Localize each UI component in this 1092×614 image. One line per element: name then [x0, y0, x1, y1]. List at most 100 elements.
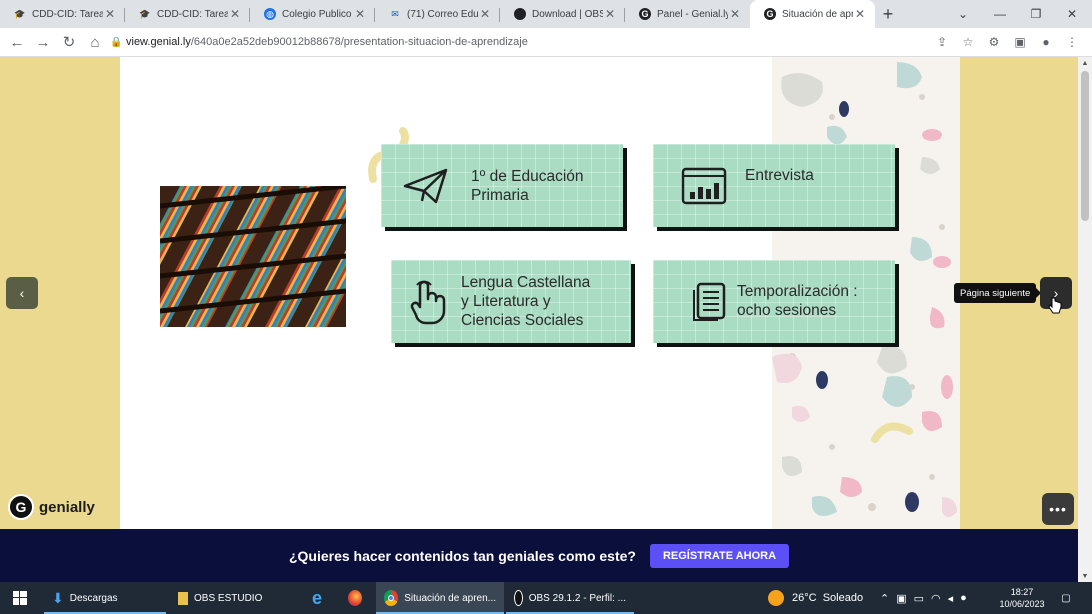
extensions-icon[interactable]: ⚙: [984, 31, 1004, 53]
start-button[interactable]: [4, 582, 36, 614]
bookshelf-image: [160, 186, 346, 327]
url-host: view.genial.ly: [126, 36, 191, 48]
close-tab-icon[interactable]: ✕: [603, 7, 617, 21]
close-tab-icon[interactable]: ✕: [478, 7, 492, 21]
bar-chart-icon: [677, 166, 731, 206]
tab-title: CDD-CID: Tarea p: [32, 8, 103, 20]
speaker-icon[interactable]: ◂: [948, 592, 954, 605]
banner-question: ¿Quieres hacer contenidos tan geniales c…: [288, 547, 636, 564]
genially-brand[interactable]: G genially: [8, 494, 95, 520]
browser-tab[interactable]: ◍ Colegio Publico V ✕: [250, 0, 375, 28]
tile-label: Lengua Castellana y Literatura y Ciencia…: [461, 274, 591, 329]
info-tile-subjects: Lengua Castellana y Literatura y Ciencia…: [391, 260, 631, 343]
tab-title: (71) Correo Educ: [407, 8, 478, 20]
share-icon[interactable]: ⇪: [932, 31, 952, 53]
taskbar-item-obs[interactable]: OBS 29.1.2 - Perfil: ...: [506, 582, 634, 614]
close-tab-icon[interactable]: ✕: [228, 7, 242, 21]
taskbar-label: OBS ESTUDIO: [194, 592, 263, 604]
browser-tab[interactable]: G Panel - Genial.ly ✕: [625, 0, 750, 28]
windows-taskbar: ⬇ Descargas OBS ESTUDIO e Situación de a…: [0, 582, 1092, 614]
minimize-icon[interactable]: —: [988, 0, 1012, 28]
browser-tab[interactable]: 🎓 CDD-CID: Tarea p ✕: [125, 0, 250, 28]
genially-logo-icon: G: [8, 494, 34, 520]
register-button[interactable]: REGÍSTRATE AHORA: [649, 543, 790, 568]
tab-strip: 🎓 CDD-CID: Tarea p ✕ 🎓 CDD-CID: Tarea p …: [0, 0, 1092, 28]
forward-icon[interactable]: →: [30, 29, 56, 55]
system-tray: ⌃ ▣ ▭ ◠ ◂ ●: [880, 582, 967, 614]
bookmark-star-icon[interactable]: ☆: [958, 31, 978, 53]
back-icon[interactable]: ←: [4, 29, 30, 55]
microphone-icon[interactable]: ●: [960, 592, 967, 604]
tray-app-icon[interactable]: ▣: [896, 592, 906, 605]
url-path: /640a0e2a52deb90012b88678/presentation-s…: [190, 36, 528, 48]
chevron-up-icon[interactable]: ⌃: [880, 592, 889, 605]
clock-time: 18:27: [1010, 587, 1034, 597]
tile-label: Temporalización : ocho sesiones: [737, 282, 858, 319]
obs-icon: [514, 590, 523, 606]
close-tab-icon[interactable]: ✕: [103, 7, 117, 21]
profile-avatar-icon[interactable]: ●: [1036, 31, 1056, 53]
tab-search-icon[interactable]: ⌄: [952, 0, 974, 28]
taskbar-item-chrome[interactable]: Situación de apren...: [376, 582, 504, 614]
windows-logo-icon: [13, 591, 27, 605]
ellipsis-icon: •••: [1049, 501, 1067, 517]
browser-tab[interactable]: ✉ (71) Correo Educ ✕: [375, 0, 500, 28]
browser-tab[interactable]: Download | OBS ✕: [500, 0, 625, 28]
graduation-cap-icon: 🎓: [139, 8, 151, 19]
address-bar[interactable]: 🔒 view.genial.ly/640a0e2a52deb90012b8867…: [110, 31, 930, 53]
reload-icon[interactable]: ↻: [56, 29, 82, 55]
menu-kebab-icon[interactable]: ⋮: [1062, 31, 1082, 53]
taskbar-item-obs-folder[interactable]: OBS ESTUDIO: [170, 582, 294, 614]
taskbar-label: OBS 29.1.2 - Perfil: ...: [528, 592, 626, 604]
tab-title: Panel - Genial.ly: [657, 8, 728, 20]
close-window-icon[interactable]: ✕: [1060, 0, 1084, 28]
taskbar-label: Descargas: [69, 592, 118, 604]
download-folder-icon: ⬇: [52, 589, 64, 606]
obs-icon: [514, 8, 526, 20]
more-options-button[interactable]: •••: [1042, 493, 1074, 525]
battery-icon[interactable]: ▭: [914, 592, 924, 605]
sun-icon: [768, 590, 784, 606]
scroll-up-icon[interactable]: ▲: [1078, 57, 1092, 69]
browser-tab-active[interactable]: G Situación de apr ✕: [750, 0, 875, 28]
tab-title: Download | OBS: [532, 8, 603, 20]
scroll-thumb[interactable]: [1081, 71, 1089, 221]
close-tab-icon[interactable]: ✕: [353, 7, 367, 21]
new-tab-button[interactable]: +: [875, 0, 901, 28]
genially-viewer: 1º de Educación Primaria Entrevista Leng…: [0, 57, 1078, 529]
tab-title: Colegio Publico V: [282, 8, 353, 20]
clock[interactable]: 18:27 10/06/2023: [998, 582, 1046, 614]
genially-icon: G: [764, 8, 776, 20]
close-tab-icon[interactable]: ✕: [853, 7, 867, 21]
restore-icon[interactable]: ❐: [1024, 0, 1048, 28]
previous-page-button[interactable]: ‹: [6, 277, 38, 309]
globe-icon: ◍: [264, 8, 276, 20]
pointer-hand-icon: [401, 277, 455, 327]
folder-icon: [178, 591, 188, 605]
graduation-cap-icon: 🎓: [14, 8, 26, 19]
taskbar-label: Situación de apren...: [404, 592, 496, 604]
side-panel-icon[interactable]: ▣: [1010, 31, 1030, 53]
weather-widget[interactable]: 26°C Soleado: [768, 582, 863, 614]
firefox-icon[interactable]: [340, 582, 370, 614]
mail-icon: ✉: [391, 8, 399, 19]
chrome-icon: [384, 590, 399, 606]
browser-tab[interactable]: 🎓 CDD-CID: Tarea p ✕: [0, 0, 125, 28]
wifi-icon[interactable]: ◠: [931, 592, 941, 605]
taskbar-item-downloads[interactable]: ⬇ Descargas: [44, 582, 166, 614]
info-tile-timing: Temporalización : ocho sesiones: [653, 260, 895, 343]
clock-date: 10/06/2023: [999, 599, 1045, 609]
genially-icon: G: [639, 8, 651, 20]
notifications-icon[interactable]: ▢: [1056, 582, 1076, 614]
info-tile-course: 1º de Educación Primaria: [381, 144, 623, 227]
document-icon: [683, 277, 737, 327]
scroll-down-icon[interactable]: ▼: [1078, 570, 1092, 582]
home-icon[interactable]: ⌂: [82, 29, 108, 55]
tile-label: Entrevista: [745, 167, 814, 184]
next-page-tooltip: Página siguiente: [954, 283, 1042, 303]
weather-text: 26°C Soleado: [792, 592, 864, 604]
page-scrollbar[interactable]: ▲ ▼: [1078, 57, 1092, 582]
close-tab-icon[interactable]: ✕: [728, 7, 742, 21]
edge-icon[interactable]: e: [304, 582, 330, 614]
tab-title: CDD-CID: Tarea p: [157, 8, 228, 20]
